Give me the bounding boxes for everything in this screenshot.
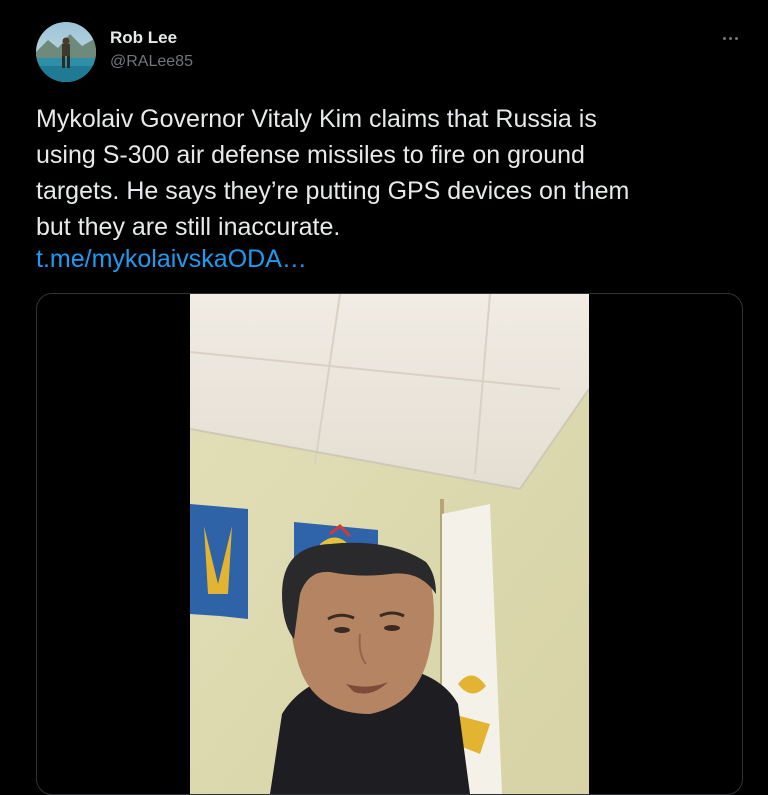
more-options-button[interactable] [718, 28, 742, 48]
tweet: Rob Lee @RALee85 Mykolaiv Governor Vital… [0, 0, 768, 795]
author-avatar[interactable] [36, 22, 96, 82]
more-horizontal-icon [728, 36, 732, 40]
tweet-text: Mykolaiv Governor Vitaly Kim claims that… [36, 105, 630, 241]
video-frame[interactable] [190, 294, 589, 794]
video-thumbnail [190, 294, 589, 794]
more-horizontal-icon [734, 36, 738, 40]
author-display-name[interactable]: Rob Lee [110, 28, 193, 48]
author-info: Rob Lee @RALee85 [110, 28, 193, 72]
author-handle[interactable]: @RALee85 [110, 52, 193, 72]
avatar-image [36, 22, 96, 82]
tweet-media-video[interactable] [36, 293, 743, 795]
tweet-link[interactable]: t.me/mykolaivskaODA… [36, 245, 307, 273]
more-horizontal-icon [722, 36, 726, 40]
